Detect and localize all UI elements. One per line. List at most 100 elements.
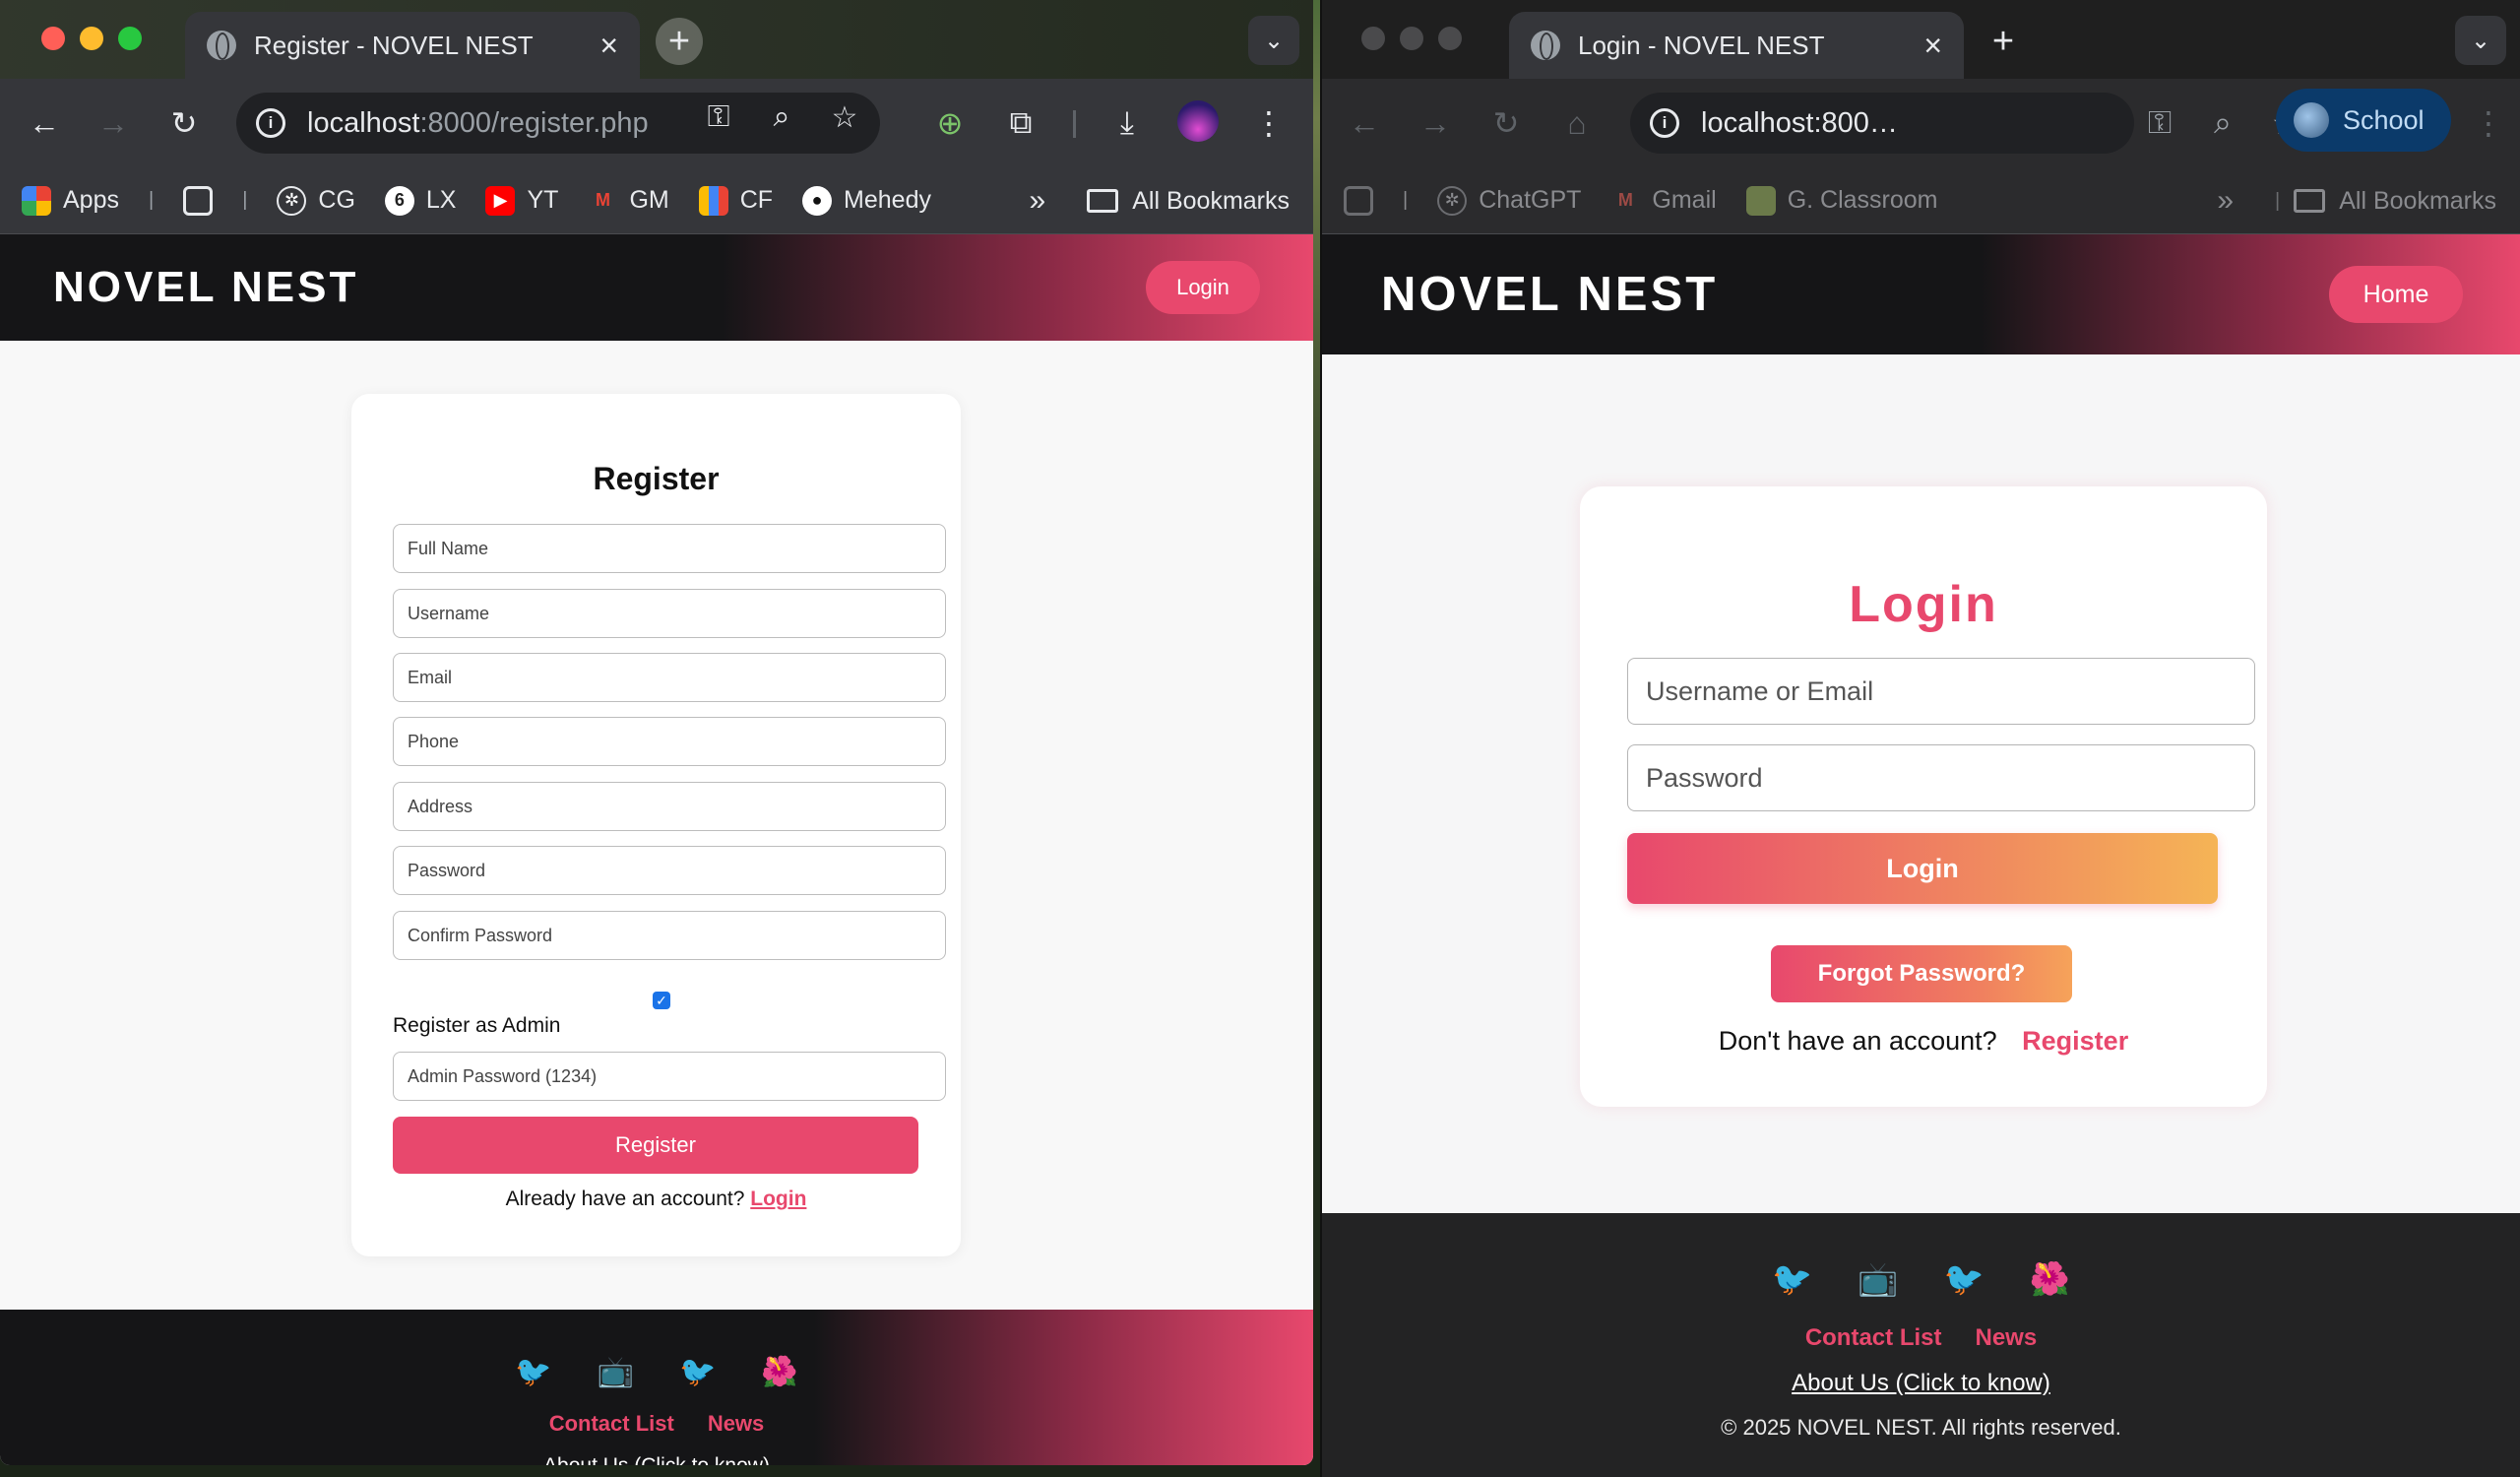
login-link[interactable]: Login xyxy=(750,1188,806,1210)
about-us-link[interactable]: About Us (Click to know) xyxy=(0,1454,1313,1465)
lx-icon: 6 xyxy=(384,185,414,216)
zoom-icon[interactable]: ⌕ xyxy=(2200,100,2245,146)
phone-input[interactable]: Phone xyxy=(393,717,946,766)
bookmark-tab-groups[interactable] xyxy=(1344,185,1373,216)
bookmark-separator: | xyxy=(148,189,155,211)
bookmark-classroom[interactable]: G. Classroom xyxy=(1745,185,1938,216)
forgot-password-button[interactable]: Forgot Password? xyxy=(1771,945,2072,1002)
zoom-icon[interactable]: ⌕ xyxy=(762,100,801,135)
new-tab-button[interactable]: + xyxy=(656,18,703,65)
profile-button[interactable]: School xyxy=(2276,89,2451,152)
flower-icon[interactable]: 🌺 xyxy=(761,1355,797,1389)
key-icon[interactable]: ⚿ xyxy=(699,100,738,135)
admin-checkbox[interactable]: ✓ xyxy=(653,992,670,1009)
tab-register[interactable]: Register - NOVEL NEST × xyxy=(185,12,640,79)
bookmark-label: GM xyxy=(629,186,669,214)
close-tab-icon[interactable]: × xyxy=(1923,30,1942,61)
bookmark-yt[interactable]: ▶ YT xyxy=(485,185,558,216)
forward-icon[interactable]: → xyxy=(91,100,136,146)
bookmark-label: G. Classroom xyxy=(1787,186,1938,214)
close-window-button[interactable] xyxy=(41,27,65,50)
news-link[interactable]: News xyxy=(708,1411,764,1437)
email-input[interactable]: Email xyxy=(393,653,946,702)
key-icon[interactable]: ⚿ xyxy=(2137,100,2182,146)
register-page: NOVEL NEST Login Register Full Name User… xyxy=(0,234,1313,1465)
profile-avatar[interactable] xyxy=(1177,100,1219,142)
home-icon[interactable]: ⌂ xyxy=(1554,100,1600,146)
login-prompt-text: Already have an account? xyxy=(505,1188,745,1210)
menu-kebab-icon[interactable]: ⋮ xyxy=(2466,100,2511,146)
news-link[interactable]: News xyxy=(1975,1324,2037,1352)
address-bar[interactable]: i localhost:8000/register.php ⚿ ⌕ ☆ xyxy=(236,93,880,154)
tab-search-button[interactable]: ⌄ xyxy=(2455,16,2506,65)
register-card: Register Full Name Username Email Phone … xyxy=(351,394,961,1256)
maximize-window-button[interactable] xyxy=(1438,27,1462,50)
menu-kebab-icon[interactable]: ⋮ xyxy=(1246,100,1292,146)
site-info-icon[interactable]: i xyxy=(1650,108,1679,138)
login-title: Login xyxy=(1849,576,1998,633)
close-window-button[interactable] xyxy=(1361,27,1385,50)
github-icon: ● xyxy=(802,185,833,216)
bookmark-gm[interactable]: M GM xyxy=(588,186,669,216)
password-input[interactable]: Password xyxy=(1627,744,2255,811)
back-icon[interactable]: ← xyxy=(22,100,67,146)
bird-icon[interactable]: 🐦 xyxy=(679,1355,716,1389)
username-input[interactable]: Username xyxy=(393,589,946,638)
bookmark-mehedy[interactable]: ● Mehedy xyxy=(802,185,931,216)
new-tab-button[interactable]: + xyxy=(1980,18,2027,65)
more-bookmarks-icon[interactable]: » xyxy=(2217,184,2234,218)
site-info-icon[interactable]: i xyxy=(256,108,285,138)
flower-icon[interactable]: 🌺 xyxy=(2030,1260,2070,1299)
star-icon[interactable]: ☆ xyxy=(825,100,864,135)
tv-icon[interactable]: 📺 xyxy=(1858,1260,1898,1299)
forward-icon[interactable]: → xyxy=(1413,100,1458,146)
register-submit-button[interactable]: Register xyxy=(393,1117,918,1174)
full-name-input[interactable]: Full Name xyxy=(393,524,946,573)
bookmark-gmail[interactable]: M Gmail xyxy=(1610,186,1717,216)
minimize-window-button[interactable] xyxy=(1400,27,1423,50)
back-icon[interactable]: ← xyxy=(1342,100,1387,146)
all-bookmarks[interactable]: All Bookmarks xyxy=(2339,187,2496,216)
bookmark-tab-groups[interactable] xyxy=(183,185,214,216)
browser-toolbar: ← → ↻ i localhost:8000/register.php ⚿ ⌕ … xyxy=(0,79,1313,167)
maximize-window-button[interactable] xyxy=(118,27,142,50)
extension-plus-icon[interactable]: ⊕ xyxy=(927,100,973,146)
more-bookmarks-icon[interactable]: » xyxy=(1030,184,1046,218)
admin-password-input[interactable]: Admin Password (1234) xyxy=(393,1052,946,1101)
bird-icon[interactable]: 🐦 xyxy=(1944,1260,1984,1299)
reload-icon[interactable]: ↻ xyxy=(1483,100,1529,146)
contact-list-link[interactable]: Contact List xyxy=(1805,1324,1942,1352)
login-submit-button[interactable]: Login xyxy=(1627,833,2218,904)
login-card: Login Username or Email Password Login F… xyxy=(1580,486,2267,1107)
tab-login[interactable]: Login - NOVEL NEST × xyxy=(1509,12,1964,79)
header-home-button[interactable]: Home xyxy=(2329,266,2463,323)
bookmark-cg[interactable]: ✲ CG xyxy=(277,185,355,216)
brand-logo[interactable]: NOVEL NEST xyxy=(1381,267,1718,322)
codeforces-icon xyxy=(698,185,728,216)
reload-icon[interactable]: ↻ xyxy=(161,100,207,146)
bookmark-chatgpt[interactable]: ✲ ChatGPT xyxy=(1437,185,1581,216)
header-login-button[interactable]: Login xyxy=(1146,261,1260,314)
extensions-icon[interactable]: ⧉ xyxy=(998,100,1043,146)
about-us-link[interactable]: About Us (Click to know) xyxy=(1322,1370,2520,1397)
address-input[interactable]: Address xyxy=(393,782,946,831)
confirm-password-input[interactable]: Confirm Password xyxy=(393,911,946,960)
register-link[interactable]: Register xyxy=(2022,1026,2128,1056)
password-input[interactable]: Password xyxy=(393,846,946,895)
contact-list-link[interactable]: Contact List xyxy=(549,1411,674,1437)
bookmark-lx[interactable]: 6 LX xyxy=(384,185,456,216)
username-email-input[interactable]: Username or Email xyxy=(1627,658,2255,725)
tv-icon[interactable]: 📺 xyxy=(598,1355,634,1389)
bookmark-apps[interactable]: Apps xyxy=(22,185,119,216)
close-tab-icon[interactable]: × xyxy=(599,30,618,61)
address-bar[interactable]: i localhost:800… xyxy=(1630,93,2134,154)
minimize-window-button[interactable] xyxy=(80,27,103,50)
all-bookmarks[interactable]: All Bookmarks xyxy=(1132,187,1290,216)
login-browser-window: Login - NOVEL NEST × + ⌄ ← → ↻ ⌂ i local… xyxy=(1320,0,2520,1477)
download-icon[interactable]: ⤓ xyxy=(1104,100,1150,146)
tab-search-button[interactable]: ⌄ xyxy=(1248,16,1299,65)
bird-icon[interactable]: 🐦 xyxy=(515,1355,551,1389)
bird-icon[interactable]: 🐦 xyxy=(1772,1260,1812,1299)
bookmark-cf[interactable]: CF xyxy=(698,185,773,216)
brand-logo[interactable]: NOVEL NEST xyxy=(53,263,358,312)
